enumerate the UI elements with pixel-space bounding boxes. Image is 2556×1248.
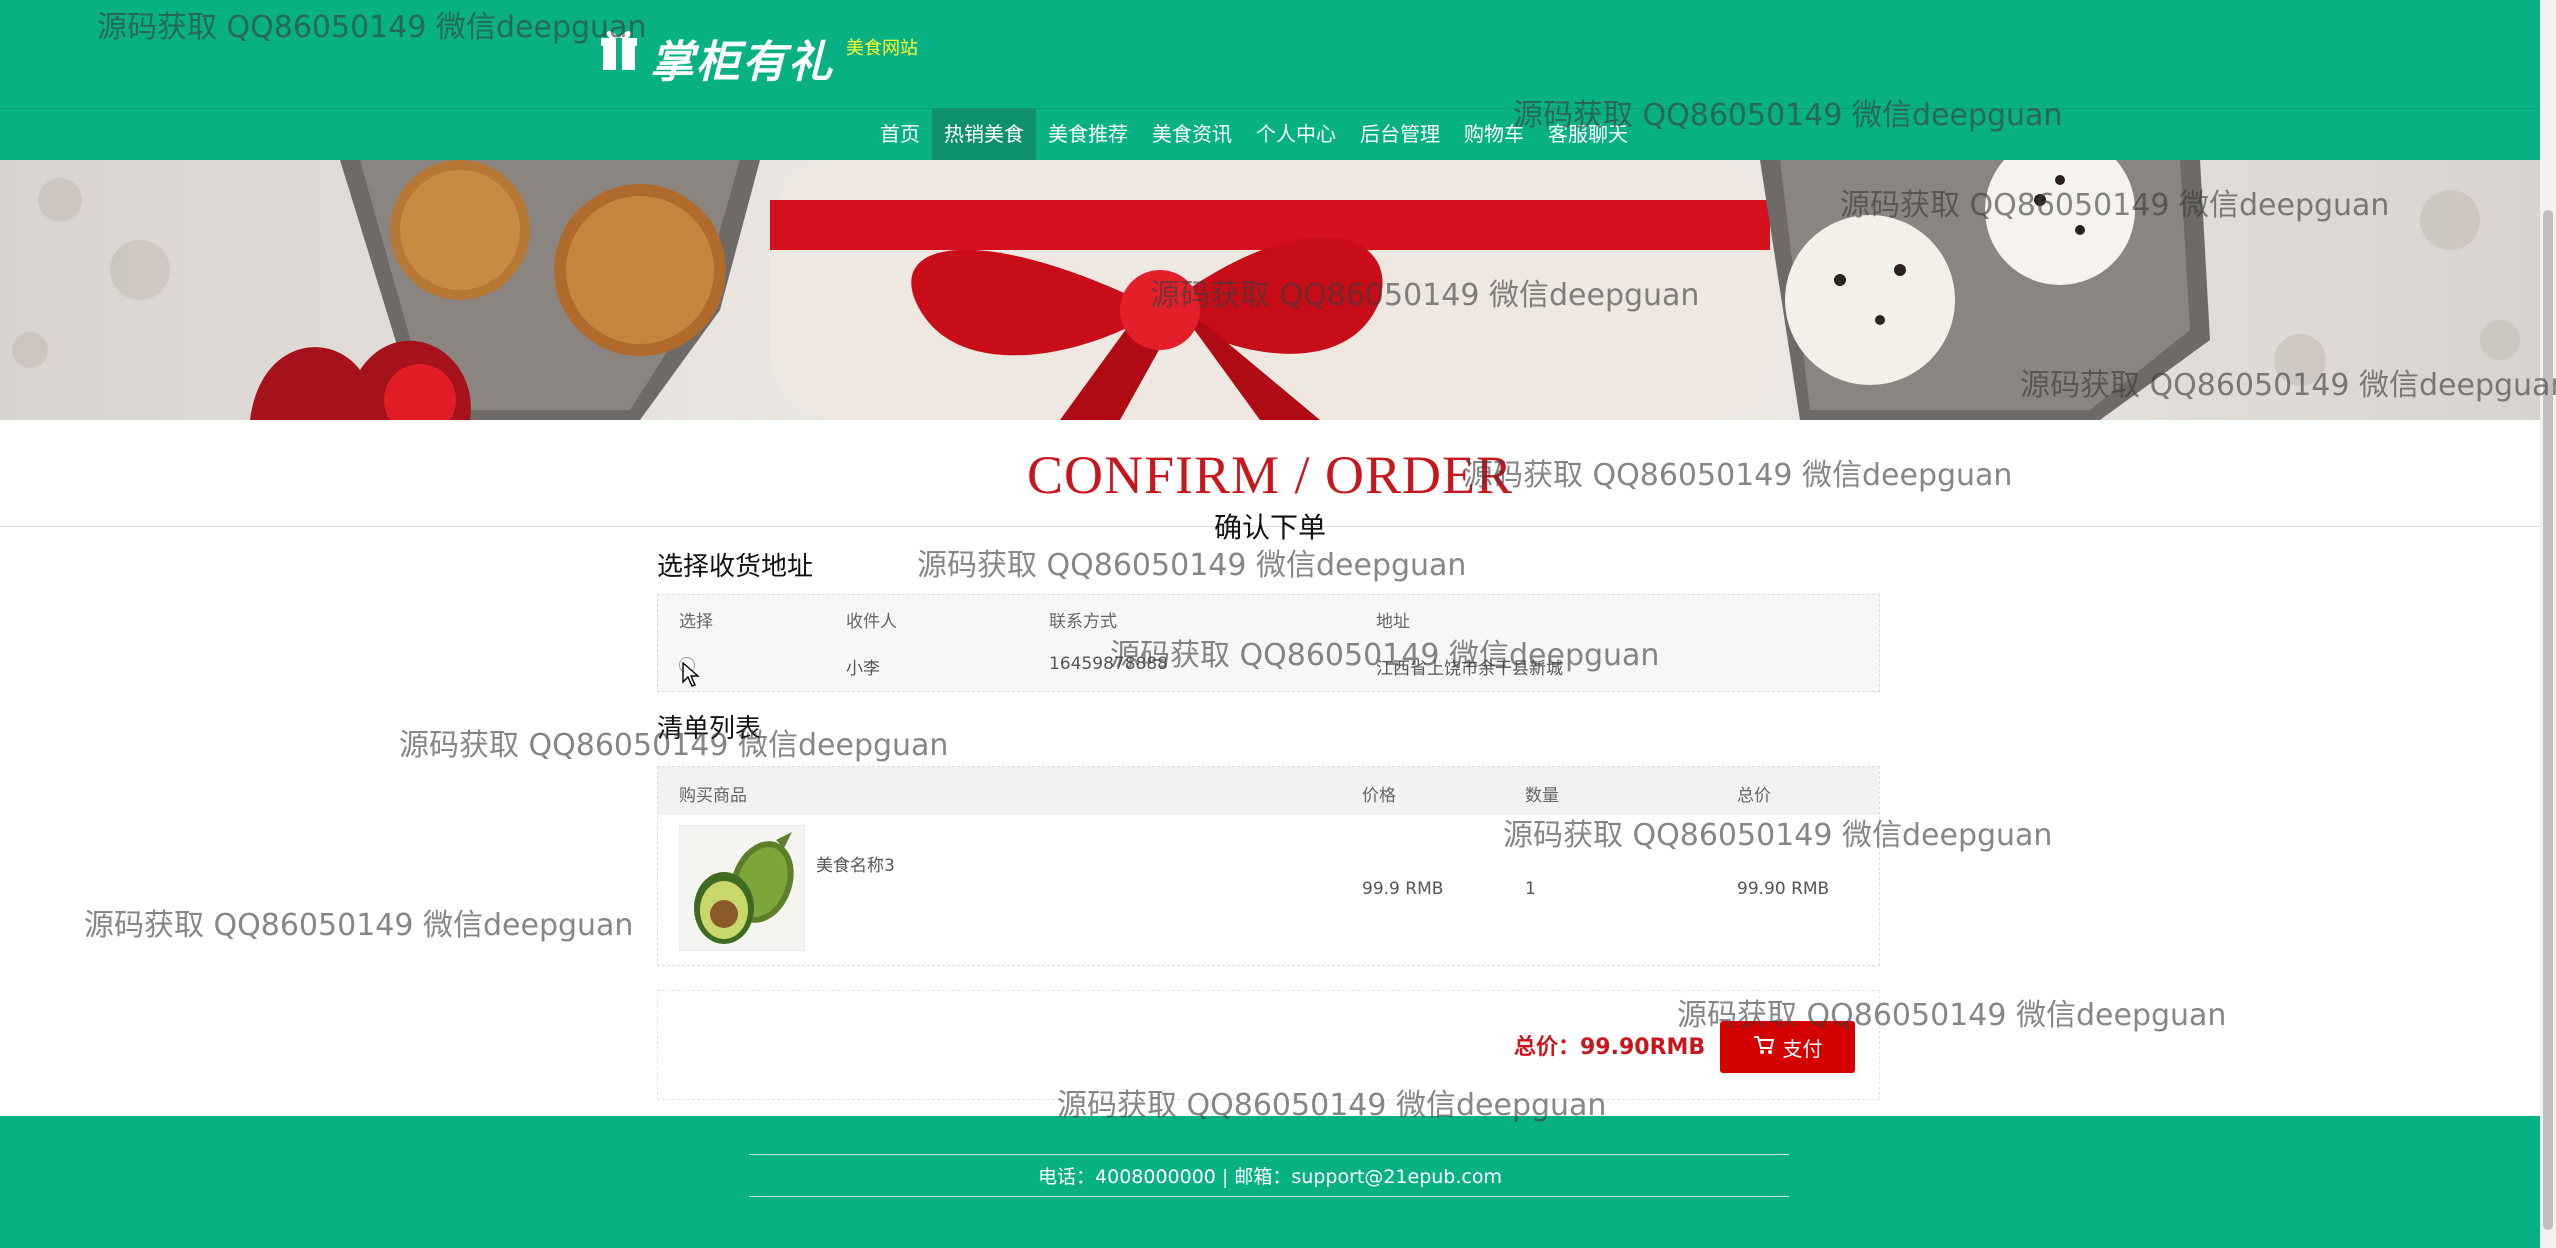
footer-divider-top [749,1154,1789,1155]
site-header: 掌柜有礼 美食网站 首页 热销美食 美食推荐 美食资讯 个人中心 后台管理 购物… [0,0,2540,160]
page-title-cn: 确认下单 [1213,511,1326,544]
gift-icon [600,26,638,72]
scrollbar-thumb[interactable] [2543,210,2553,1230]
nav-item-cart[interactable]: 购物车 [1452,108,1536,160]
col-product: 购买商品 [679,786,747,806]
pay-button-label: 支付 [1782,1036,1823,1061]
banner-image [12,160,2520,420]
page-title-en: CONFIRM / ORDER [1026,445,1514,505]
product-total: 99.90 RMB [1737,879,1830,899]
hero-banner [0,160,2540,420]
col-phone: 联系方式 [1049,612,1117,632]
col-recipient: 收件人 [846,612,897,632]
footer-contact: 电话：4008000000 | 邮箱：support@21epub.com [1038,1166,1502,1188]
nav-item-home[interactable]: 首页 [868,108,932,160]
col-address: 地址 [1376,612,1410,632]
product-image[interactable] [679,825,805,951]
nav-item-admin[interactable]: 后台管理 [1348,108,1452,160]
order-summary: 总价：99.90RMB 支付 [657,990,1880,1100]
order-table: 购买商品 价格 数量 总价 美食名称3 99.9 RMB 1 99.90 RMB [657,766,1880,966]
recipient-name: 小李 [846,659,880,679]
nav-item-news[interactable]: 美食资讯 [1140,108,1244,160]
watermark: 源码获取 QQ86050149 微信deepguan [84,908,634,943]
watermark: 源码获取 QQ86050149 微信deepguan [917,548,1467,583]
col-total: 总价 [1737,786,1771,806]
nav-item-chat[interactable]: 客服聊天 [1536,108,1640,160]
cart-icon [1753,1035,1775,1060]
order-table-header [658,767,1879,815]
recipient-phone: 16459878888 [1049,654,1168,674]
nav-item-recommend[interactable]: 美食推荐 [1036,108,1140,160]
nav-item-hot-food[interactable]: 热销美食 [932,108,1036,160]
page-heading: CONFIRM / ORDER 确认下单 [0,420,2540,544]
site-logo[interactable]: 掌柜有礼 美食网站 [600,26,918,90]
order-section-title: 清单列表 [657,714,762,744]
site-subtitle: 美食网站 [846,38,918,59]
footer-divider-bottom [749,1196,1789,1197]
page-scrollbar[interactable] [2540,0,2556,1248]
col-price: 价格 [1362,786,1396,806]
product-qty: 1 [1525,879,1536,899]
avocado-icon [680,826,804,950]
product-name[interactable]: 美食名称3 [816,851,895,876]
pay-button[interactable]: 支付 [1720,1021,1855,1073]
site-footer: 电话：4008000000 | 邮箱：support@21epub.com [0,1116,2540,1248]
address-table: 选择 收件人 联系方式 地址 小李 16459878888 江西省上饶市余干县新… [657,594,1880,692]
logo-text: 掌柜有礼 [650,37,834,88]
recipient-address: 江西省上饶市余干县新城 [1376,659,1563,679]
main-nav: 首页 热销美食 美食推荐 美食资讯 个人中心 后台管理 购物车 客服聊天 [868,108,1640,160]
product-price: 99.9 RMB [1362,879,1444,899]
address-section-title: 选择收货地址 [657,552,814,582]
col-select: 选择 [679,612,713,632]
nav-item-user-center[interactable]: 个人中心 [1244,108,1348,160]
mouse-cursor-icon [682,661,700,692]
total-price: 总价：99.90RMB [1514,1035,1706,1060]
col-qty: 数量 [1525,786,1559,806]
